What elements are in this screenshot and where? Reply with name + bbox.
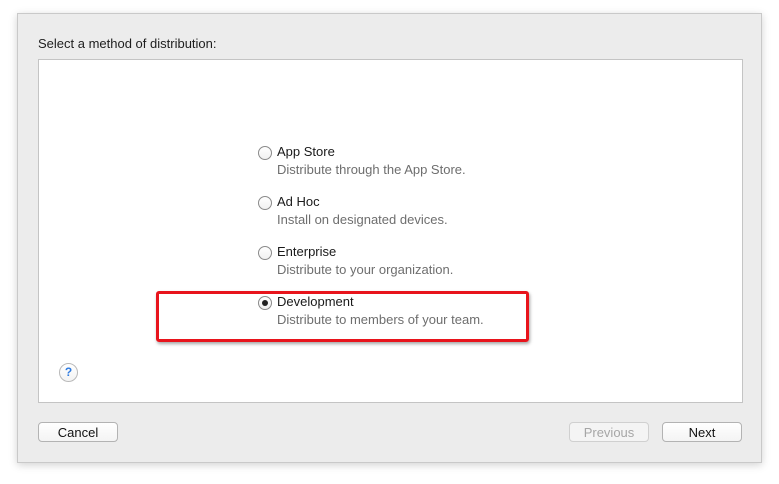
option-ad-hoc[interactable]: Ad Hoc Install on designated devices.: [258, 194, 538, 234]
option-app-store[interactable]: App Store Distribute through the App Sto…: [258, 144, 538, 184]
previous-button[interactable]: Previous: [569, 422, 649, 442]
option-enterprise[interactable]: Enterprise Distribute to your organizati…: [258, 244, 538, 284]
option-label: App Store: [277, 144, 335, 159]
option-description: Distribute through the App Store.: [277, 162, 466, 177]
option-development[interactable]: Development Distribute to members of you…: [258, 294, 538, 334]
distribution-prompt: Select a method of distribution:: [38, 36, 217, 51]
option-description: Distribute to members of your team.: [277, 312, 484, 327]
ad-hoc-radio[interactable]: [258, 196, 272, 210]
distribution-sheet: Select a method of distribution: App Sto…: [17, 13, 762, 463]
option-description: Distribute to your organization.: [277, 262, 454, 277]
app-store-radio[interactable]: [258, 146, 272, 160]
option-label: Enterprise: [277, 244, 337, 259]
option-description: Install on designated devices.: [277, 212, 448, 227]
distribution-options-panel: App Store Distribute through the App Sto…: [38, 59, 743, 403]
option-label: Ad Hoc: [277, 194, 320, 209]
help-button[interactable]: ?: [59, 363, 78, 382]
enterprise-radio[interactable]: [258, 246, 272, 260]
option-label: Development: [277, 294, 354, 309]
next-button[interactable]: Next: [662, 422, 742, 442]
cancel-button[interactable]: Cancel: [38, 422, 118, 442]
development-radio[interactable]: [258, 296, 272, 310]
